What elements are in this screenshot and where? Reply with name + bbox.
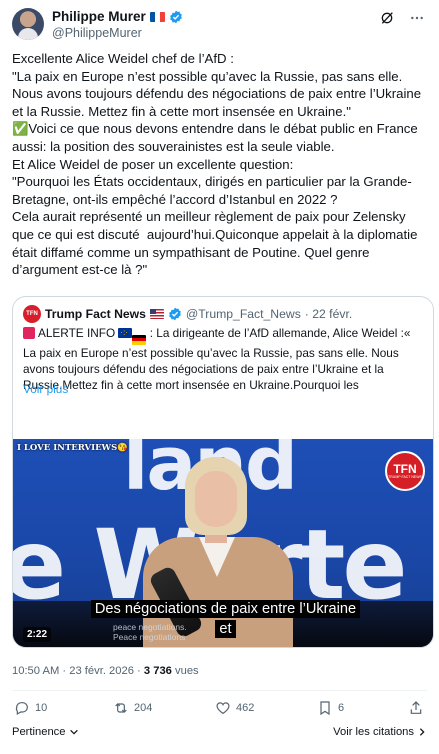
like-button[interactable]: 462	[215, 700, 254, 716]
author-handle[interactable]: @PhilippeMurer	[52, 26, 142, 40]
tweet-text: Excellente Alice Weidel chef de l’AfD : …	[12, 51, 422, 278]
views-count: 3 736	[143, 665, 172, 677]
repost-count: 204	[134, 702, 153, 714]
quoted-tweet-text: ALERTE INFO : La dirigeante de l’AfD all…	[23, 325, 425, 393]
reply-button[interactable]: 10	[14, 700, 47, 716]
heart-emoji-icon: 😘	[117, 443, 128, 453]
video-player[interactable]: land e Werte I LOVE INTERVIEWS😘 TFN TRUM…	[13, 439, 433, 647]
views-label: vues	[171, 665, 199, 677]
bookmark-button[interactable]: 6	[317, 700, 344, 716]
alert-label: ALERTE INFO	[38, 326, 116, 340]
view-quotes-link[interactable]: Voir les citations	[333, 726, 427, 738]
us-flag-icon	[149, 309, 164, 319]
tfn-logo: TFN TRUMP FACT NEWS	[385, 451, 425, 491]
alert-siren-icon	[23, 327, 35, 339]
quoted-author-avatar[interactable]: TFN	[23, 305, 41, 323]
heart-icon	[216, 702, 230, 715]
quoted-tweet-header: TFN Trump Fact News @Trump_Fact_News · 2…	[23, 305, 352, 323]
sort-dropdown[interactable]: Pertinence	[12, 726, 79, 738]
repost-icon	[115, 703, 127, 713]
share-button[interactable]	[408, 700, 424, 716]
author-display-name[interactable]: Philippe Murer	[52, 9, 146, 24]
chevron-right-icon	[419, 728, 425, 736]
header-actions	[379, 10, 425, 26]
germany-flag-icon	[132, 334, 147, 345]
author-name-row: Philippe Murer	[52, 9, 183, 24]
more-icon[interactable]	[409, 10, 425, 26]
quoted-tweet-card[interactable]: TFN Trump Fact News @Trump_Fact_News · 2…	[12, 296, 434, 648]
like-count: 462	[236, 702, 255, 714]
tweet-header: Philippe Murer @PhilippeMurer	[12, 8, 427, 44]
quoted-author-handle[interactable]: @Trump_Fact_News	[186, 307, 301, 321]
show-more-link[interactable]: Voir plus	[23, 382, 68, 396]
tweet-meta: 10:50 AM · 23 févr. 2026 · 3 736 vues	[12, 665, 199, 677]
reply-icon	[15, 702, 28, 716]
action-bar: 10 204 462 6	[12, 700, 427, 720]
france-flag-icon	[149, 11, 165, 22]
grok-icon[interactable]	[379, 10, 395, 26]
video-overlay-label: I LOVE INTERVIEWS😘	[17, 443, 128, 453]
repost-button[interactable]: 204	[113, 700, 152, 716]
quoted-tweet-date[interactable]: · 22 févr.	[305, 307, 352, 321]
eu-flag-icon	[118, 325, 133, 341]
video-duration: 2:22	[23, 627, 52, 642]
tweet-date[interactable]: 23 févr. 2026	[69, 665, 134, 677]
verified-badge-icon	[169, 307, 181, 321]
chevron-down-icon	[69, 729, 78, 735]
verified-badge-icon	[169, 10, 182, 23]
quoted-author-name[interactable]: Trump Fact News	[45, 307, 146, 321]
reply-count: 10	[35, 702, 48, 714]
bookmark-count: 6	[338, 702, 345, 714]
video-subtitle: Des négociations de paix entre l’Ukraine…	[53, 599, 398, 639]
view-quotes-label: Voir les citations	[333, 726, 414, 738]
tweet-footer: Pertinence Voir les citations	[12, 726, 427, 742]
share-icon	[410, 701, 422, 714]
sort-label: Pertinence	[12, 726, 66, 738]
bookmark-icon	[320, 701, 330, 716]
tweet-time[interactable]: 10:50 AM	[12, 665, 59, 677]
author-avatar[interactable]	[12, 8, 44, 40]
divider	[12, 690, 427, 691]
